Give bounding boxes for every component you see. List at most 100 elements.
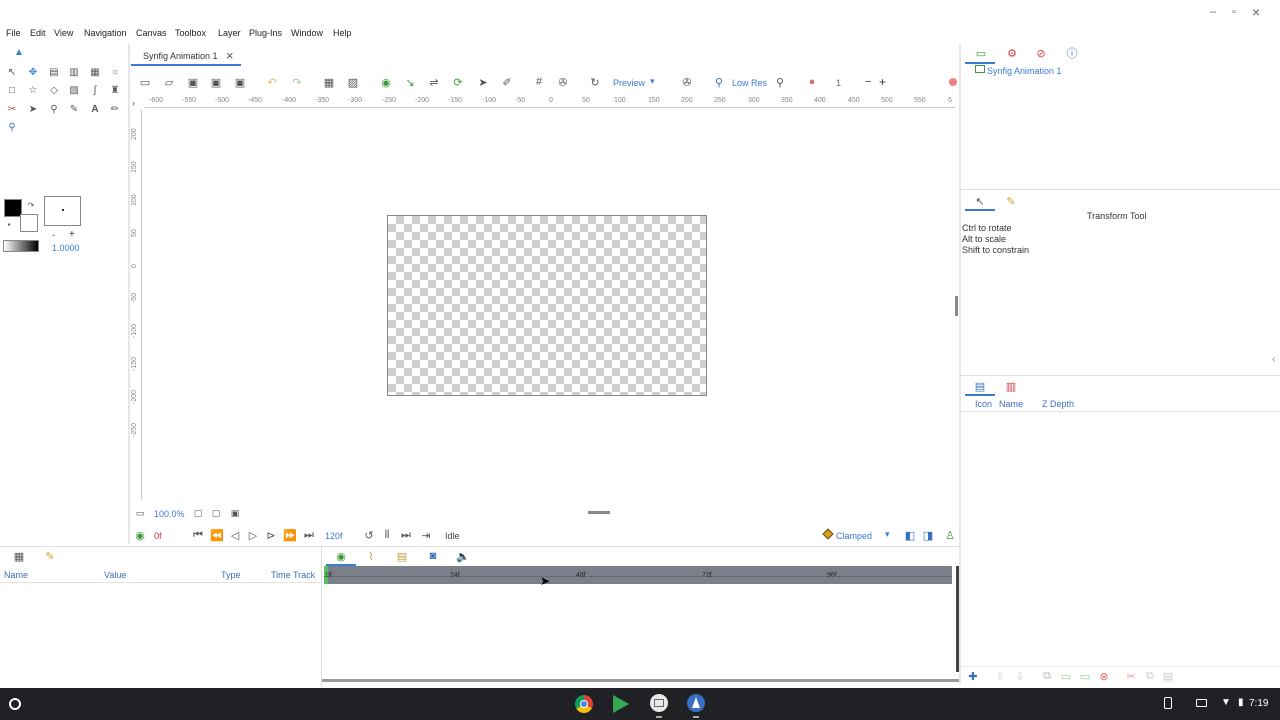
quality-value[interactable]: 1 <box>836 78 841 88</box>
show-tangent-icon[interactable]: ⇌ <box>426 74 442 90</box>
tool-options-tab-icon[interactable]: ↖ <box>972 193 988 209</box>
delete-layer-icon[interactable]: ⊗ <box>1096 668 1112 684</box>
menu-canvas[interactable]: Canvas <box>136 28 167 38</box>
group-layer-icon[interactable]: ▭ <box>1058 668 1074 684</box>
end-frame[interactable]: 120f <box>325 531 343 541</box>
lock-tab-icon[interactable]: ◙ <box>425 548 441 564</box>
menu-file[interactable]: File <box>6 28 21 38</box>
timetrack-hscroll[interactable] <box>322 679 959 682</box>
canvas-browser-tab-icon[interactable]: ▭ <box>973 45 989 61</box>
screen-capture-icon[interactable] <box>1196 699 1207 707</box>
brush-size-decrease[interactable]: - <box>52 230 55 240</box>
sound-tab-icon[interactable]: 🔈 <box>455 548 471 564</box>
rotate-tool-icon[interactable]: ▥ <box>67 66 81 80</box>
clock[interactable]: 7:19 <box>1249 698 1268 709</box>
chrome-icon[interactable] <box>575 695 593 713</box>
undo-icon[interactable]: ↶ <box>264 74 280 90</box>
save-all-icon[interactable]: ▣ <box>232 74 248 90</box>
ruler-toggle-icon[interactable]: › <box>132 98 135 108</box>
layer-col-icon[interactable]: Icon <box>975 399 992 409</box>
circle-tool-icon[interactable]: ○ <box>108 66 122 80</box>
files-icon[interactable] <box>650 694 668 712</box>
menu-toolbox[interactable]: Toolbox <box>175 28 206 38</box>
param-col-timetrack[interactable]: Time Track <box>271 570 315 580</box>
onion-skin-icon[interactable]: ✇ <box>679 74 695 90</box>
time-slider[interactable]: 0f 24f 48f 72f 96f <box>324 566 952 584</box>
background-rendering-icon[interactable]: ● <box>804 74 820 90</box>
interpolation-dropdown[interactable]: Clamped <box>836 531 872 541</box>
layer-col-name[interactable]: Name <box>999 399 1023 409</box>
phone-hub-icon[interactable] <box>1164 697 1172 709</box>
menu-plugins[interactable]: Plug-Ins <box>249 28 282 38</box>
layer-col-zdepth[interactable]: Z Depth <box>1042 399 1074 409</box>
keyframe-lock-future-icon[interactable]: ◨ <box>920 527 936 543</box>
cut-layer-icon[interactable]: ✂ <box>1123 668 1139 684</box>
animation-mode-person-icon[interactable]: ♙ <box>942 527 958 543</box>
menu-help[interactable]: Help <box>333 28 352 38</box>
zoom-in-icon[interactable]: ▢ <box>190 505 206 521</box>
export-layer-icon[interactable]: ▭ <box>1077 668 1093 684</box>
next-frame-icon[interactable]: ⊳ <box>263 527 279 543</box>
param-col-value[interactable]: Value <box>104 570 126 580</box>
keyframe-lock-past-icon[interactable]: ◧ <box>902 527 918 543</box>
gradient-swatch[interactable] <box>3 240 39 252</box>
zoom-100-icon[interactable]: ▢ <box>208 505 224 521</box>
layers-tab-icon[interactable]: ▤ <box>972 378 988 394</box>
smooth-move-tool-icon[interactable]: ✥ <box>26 66 40 80</box>
zoom-level[interactable]: 100.0% <box>154 509 185 519</box>
gradient-tool-icon[interactable]: ▧ <box>67 84 81 98</box>
grid-icon[interactable]: # <box>531 74 547 90</box>
bounds-begin-icon[interactable]: ⫴ <box>379 527 395 543</box>
param-col-type[interactable]: Type <box>221 570 241 580</box>
play-store-icon[interactable] <box>613 695 629 713</box>
seek-end-icon[interactable]: ⏭ <box>301 527 317 543</box>
bounds-end-icon[interactable]: ⏭ <box>398 527 414 543</box>
mirror-tool-icon[interactable]: ▦ <box>88 66 102 80</box>
library-tab-icon[interactable]: ✎ <box>42 548 58 564</box>
curves-tab-icon[interactable]: ⌇ <box>363 548 379 564</box>
document-tab[interactable]: Synfig Animation 1 × <box>131 46 241 66</box>
redo-icon[interactable]: ↷ <box>289 74 305 90</box>
document-tab-close-icon[interactable]: × <box>226 48 234 63</box>
fill-color-swatch[interactable] <box>20 214 38 232</box>
synfig-icon[interactable] <box>687 694 705 712</box>
prev-keyframe-icon[interactable]: ⏪ <box>209 527 225 543</box>
fill-tool-icon[interactable]: ♜ <box>108 84 122 98</box>
preview-render-icon[interactable]: ▨ <box>345 74 361 90</box>
sets-tab-icon[interactable]: ▥ <box>1003 378 1019 394</box>
current-frame[interactable]: 0f <box>154 531 162 541</box>
show-radius-icon[interactable]: ⟳ <box>450 74 466 90</box>
save-as-icon[interactable]: ▣ <box>208 74 224 90</box>
new-layer-icon[interactable]: ✚ <box>965 668 981 684</box>
refresh-preview-icon[interactable]: ↻ <box>587 74 603 90</box>
quality-decrease[interactable]: − <box>865 76 871 88</box>
copy-layer-icon[interactable]: ⧉ <box>1142 668 1158 684</box>
navigator-tab-icon[interactable]: ⚙ <box>1004 45 1020 61</box>
open-file-icon[interactable]: ▱ <box>161 74 177 90</box>
transform-tool-icon[interactable]: ↖ <box>5 66 19 80</box>
brush-size-increase[interactable]: + <box>69 229 75 240</box>
tool-help-tab-icon[interactable]: ✎ <box>1003 193 1019 209</box>
zoom-tool-icon[interactable]: ⚲ <box>5 121 19 135</box>
scale-tool-icon[interactable]: ▤ <box>47 66 61 80</box>
eyedrop-tool-icon[interactable]: ⚲ <box>47 103 61 117</box>
canvas-vertical-scrollbar[interactable] <box>955 296 958 316</box>
param-col-name[interactable]: Name <box>4 570 28 580</box>
zoom-fit-icon[interactable]: ⚲ <box>772 74 788 90</box>
menu-layer[interactable]: Layer <box>218 28 241 38</box>
zoom-out-icon[interactable]: ▭ <box>132 505 148 521</box>
raise-layer-icon[interactable]: ⇧ <box>992 668 1008 684</box>
next-keyframe-icon[interactable]: ⏩ <box>282 527 298 543</box>
prev-frame-icon[interactable]: ◁ <box>227 527 243 543</box>
menu-navigation[interactable]: Navigation <box>84 28 127 38</box>
toolbox-tab-icon[interactable]: ▲ <box>12 46 26 60</box>
quality-increase[interactable]: + <box>879 75 886 89</box>
canvas-browser-item[interactable]: Synfig Animation 1 <box>987 66 1062 76</box>
zoom-fit-canvas-icon[interactable]: ▣ <box>227 505 243 521</box>
save-icon[interactable]: ▣ <box>185 74 201 90</box>
menu-edit[interactable]: Edit <box>30 28 46 38</box>
keyframes-tab-icon[interactable]: ▤ <box>394 548 410 564</box>
draw-tool-icon[interactable]: ✎ <box>67 103 81 117</box>
show-vertex-icon[interactable]: ➤ <box>475 74 491 90</box>
lowres-toggle[interactable]: Low Res <box>732 78 767 88</box>
